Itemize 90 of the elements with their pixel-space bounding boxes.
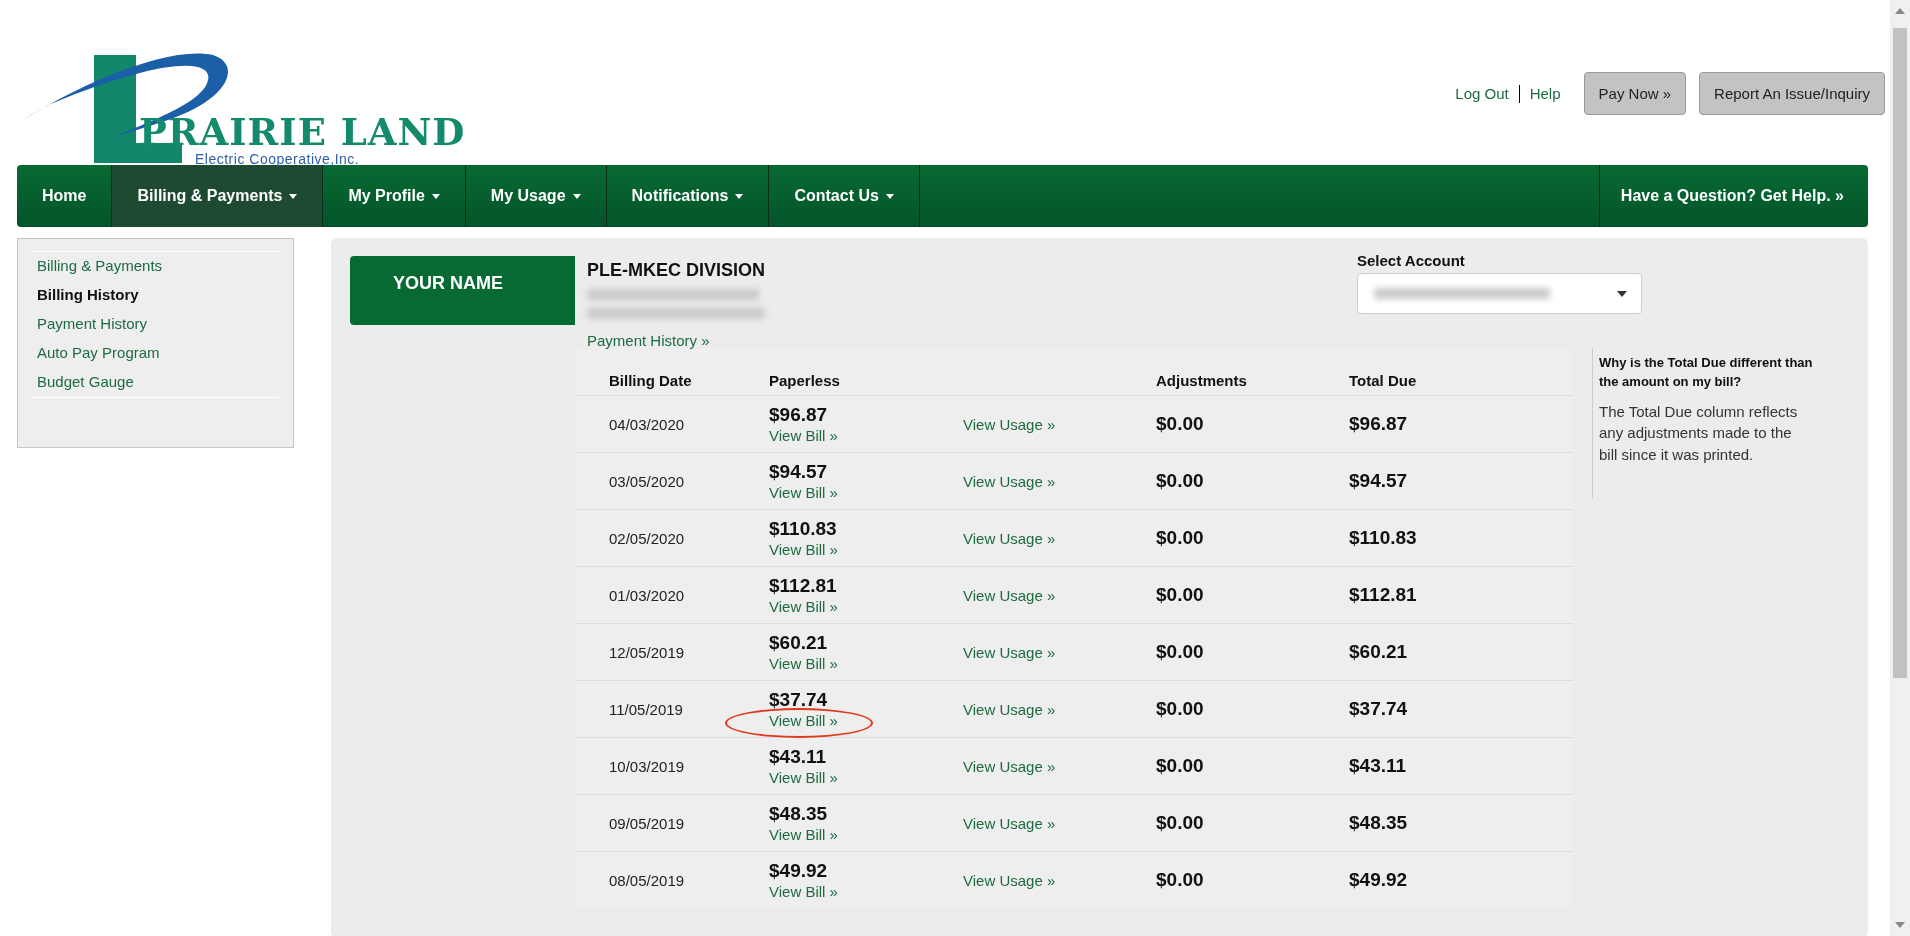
bill-amount: $60.21 bbox=[769, 632, 828, 653]
header-link[interactable]: Help bbox=[1519, 85, 1571, 102]
bill-amount: $49.92 bbox=[769, 860, 828, 881]
nav-item[interactable]: My Usage bbox=[465, 165, 607, 227]
view-usage-link[interactable]: View Usage » bbox=[963, 586, 1056, 604]
bill-amount: $96.87 bbox=[769, 404, 828, 425]
total-due: $48.35 bbox=[1349, 812, 1408, 833]
logo-text: PRAIRIE LAND bbox=[139, 110, 466, 154]
caret-icon bbox=[572, 193, 581, 199]
view-usage-link[interactable]: View Usage » bbox=[963, 871, 1056, 889]
bill-amount: $112.81 bbox=[769, 575, 837, 596]
bill-amount: $43.11 bbox=[769, 746, 827, 767]
bill-amount: $94.57 bbox=[769, 461, 828, 482]
header-button[interactable]: Pay Now » bbox=[1583, 72, 1687, 115]
column-header: Billing Date bbox=[609, 372, 692, 389]
view-bill-link[interactable]: View Bill » bbox=[769, 712, 838, 729]
view-bill-link[interactable]: View Bill » bbox=[769, 883, 838, 900]
caret-icon bbox=[735, 193, 744, 199]
scroll-down-icon[interactable] bbox=[1895, 922, 1905, 928]
header-button[interactable]: Report An Issue/Inquiry bbox=[1699, 72, 1885, 115]
view-usage-link[interactable]: View Usage » bbox=[963, 529, 1056, 547]
view-bill-link[interactable]: View Bill » bbox=[769, 427, 838, 444]
billing-date: 03/05/2020 bbox=[609, 472, 685, 490]
adjustment-amount: $0.00 bbox=[1156, 755, 1204, 776]
total-due: $37.74 bbox=[1349, 698, 1408, 719]
view-usage-link[interactable]: View Usage » bbox=[963, 757, 1056, 775]
scrollbar-thumb[interactable] bbox=[1893, 28, 1907, 678]
view-bill-link[interactable]: View Bill » bbox=[769, 598, 838, 615]
adjustment-amount: $0.00 bbox=[1156, 641, 1204, 662]
total-due: $60.21 bbox=[1349, 641, 1408, 662]
billing-date: 09/05/2019 bbox=[609, 814, 685, 832]
bill-amount: $37.74 bbox=[769, 689, 828, 710]
note-text: The Total Due column reflects any adjustments made to the bill since it was printed. bbox=[1599, 401, 1799, 466]
nav-item[interactable]: My Profile bbox=[323, 165, 466, 227]
select-label: Select Account bbox=[1357, 252, 1466, 269]
adjustment-amount: $0.00 bbox=[1156, 584, 1204, 605]
account-dropdown[interactable] bbox=[1357, 273, 1642, 314]
column-header: Paperless bbox=[769, 372, 840, 389]
total-due: $112.81 bbox=[1349, 584, 1417, 605]
view-usage-link[interactable]: View Usage » bbox=[963, 472, 1056, 490]
nav-item[interactable]: Notifications bbox=[606, 165, 770, 227]
total-due: $96.87 bbox=[1349, 413, 1408, 434]
help-link[interactable]: Have a Question? Get Help. » bbox=[1598, 165, 1868, 227]
view-bill-link[interactable]: View Bill » bbox=[769, 655, 838, 672]
column-header: Total Due bbox=[1349, 372, 1417, 389]
billing-date: 08/05/2019 bbox=[609, 871, 685, 889]
view-bill-link[interactable]: View Bill » bbox=[769, 541, 838, 558]
bill-amount: $110.83 bbox=[769, 518, 837, 539]
billing-date: 11/05/2019 bbox=[609, 700, 683, 718]
billing-date: 04/03/2020 bbox=[609, 415, 685, 433]
view-usage-link[interactable]: View Usage » bbox=[963, 814, 1056, 832]
adjustment-amount: $0.00 bbox=[1156, 869, 1204, 890]
view-usage-link[interactable]: View Usage » bbox=[963, 700, 1056, 718]
column-header: Adjustments bbox=[1156, 372, 1247, 389]
billing-date: 12/05/2019 bbox=[609, 643, 685, 661]
total-due: $110.83 bbox=[1349, 527, 1417, 548]
adjustment-amount: $0.00 bbox=[1156, 413, 1204, 434]
header-link[interactable]: Log Out bbox=[1445, 85, 1519, 102]
caret-icon bbox=[885, 193, 894, 199]
sidebar-item[interactable]: Budget Gauge bbox=[32, 368, 279, 397]
nav-item[interactable]: Contact Us bbox=[769, 165, 920, 227]
sidebar-item[interactable]: Payment History bbox=[32, 310, 279, 339]
billing-date: 02/05/2020 bbox=[609, 529, 685, 547]
adjustment-amount: $0.00 bbox=[1156, 470, 1204, 491]
total-due: $43.11 bbox=[1349, 755, 1407, 776]
view-bill-link[interactable]: View Bill » bbox=[769, 769, 838, 786]
division-title: PLE-MKEC DIVISION bbox=[587, 260, 766, 281]
scroll-up-icon[interactable] bbox=[1895, 8, 1905, 14]
bill-amount: $48.35 bbox=[769, 803, 828, 824]
total-due: $94.57 bbox=[1349, 470, 1408, 491]
account-name: YOUR NAME bbox=[350, 256, 575, 325]
caret-icon bbox=[431, 193, 440, 199]
caret-icon bbox=[1617, 290, 1627, 297]
billing-date: 10/03/2019 bbox=[609, 757, 685, 775]
total-due: $49.92 bbox=[1349, 869, 1408, 890]
sidebar-item[interactable]: Billing History bbox=[32, 281, 279, 310]
view-bill-link[interactable]: View Bill » bbox=[769, 826, 838, 843]
payment-history-link[interactable]: Payment History » bbox=[587, 332, 710, 349]
sidebar-item[interactable]: Billing & Payments bbox=[32, 252, 279, 281]
note-title: Why is the Total Due different than the amount on my bill? bbox=[1599, 354, 1814, 391]
view-usage-link[interactable]: View Usage » bbox=[963, 643, 1056, 661]
view-usage-link[interactable]: View Usage » bbox=[963, 415, 1056, 433]
sidebar-item[interactable]: Auto Pay Program bbox=[32, 339, 279, 368]
view-bill-link[interactable]: View Bill » bbox=[769, 484, 838, 501]
adjustment-amount: $0.00 bbox=[1156, 698, 1204, 719]
logo-tagline: Electric Cooperative,Inc. bbox=[195, 151, 360, 167]
billing-date: 01/03/2020 bbox=[609, 586, 685, 604]
caret-icon bbox=[289, 193, 298, 199]
adjustment-amount: $0.00 bbox=[1156, 527, 1204, 548]
adjustment-amount: $0.00 bbox=[1156, 812, 1204, 833]
